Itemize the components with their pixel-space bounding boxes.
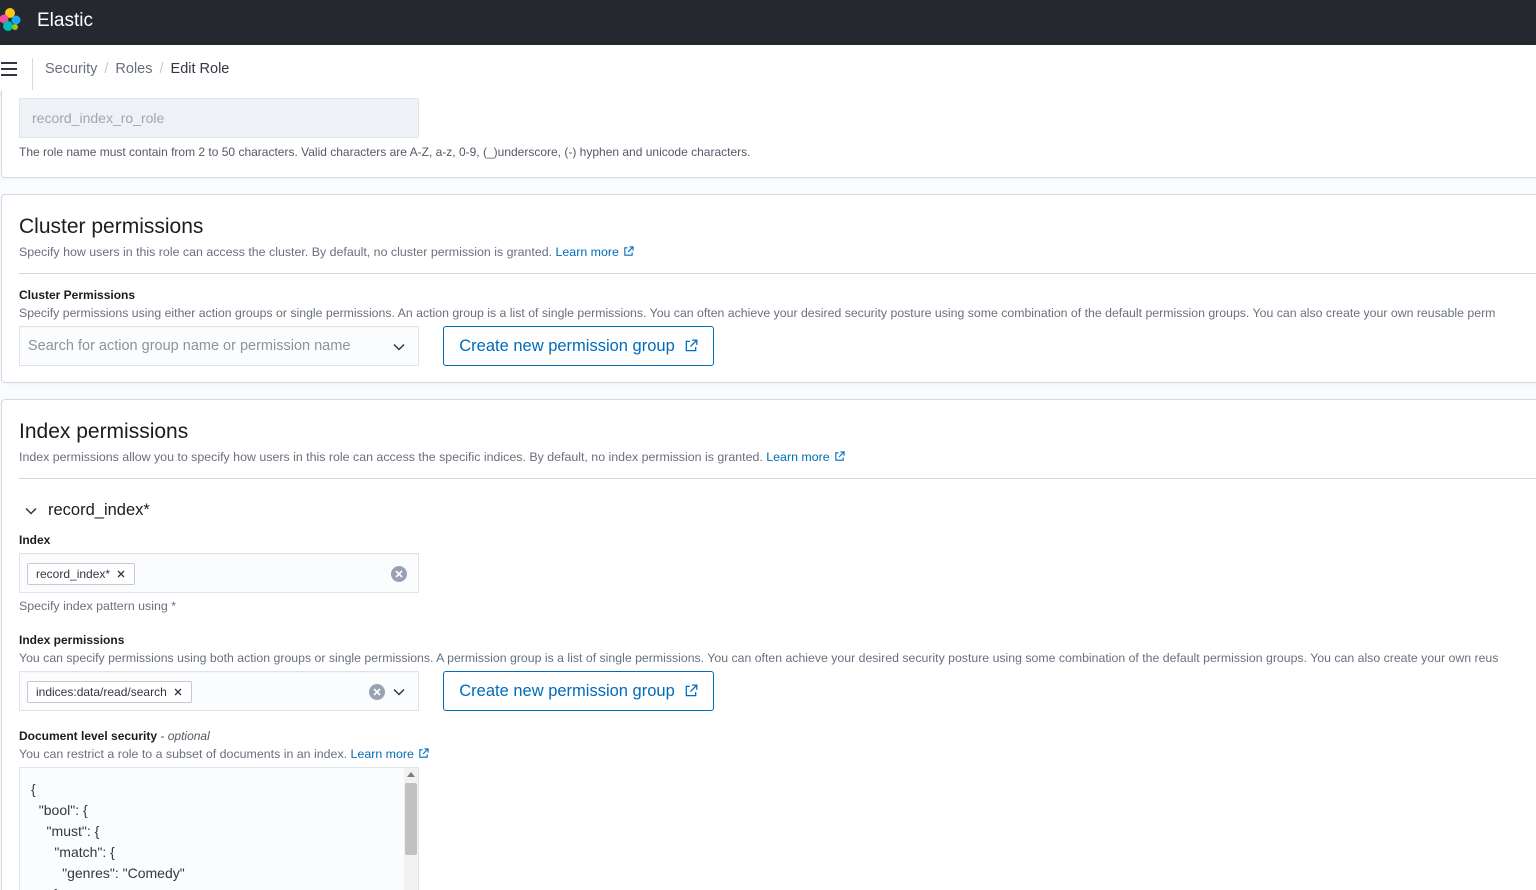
index-learn-more-link[interactable]: Learn more xyxy=(766,450,845,464)
cluster-create-button-label: Create new permission group xyxy=(459,336,675,355)
elastic-logo-icon[interactable] xyxy=(0,8,22,32)
nav-divider xyxy=(32,58,33,92)
index-pattern-accordion[interactable]: record_index* xyxy=(24,501,150,520)
index-section-title: Index permissions xyxy=(19,420,189,443)
code-line: "match": { xyxy=(31,844,115,860)
cluster-divider xyxy=(19,273,1536,274)
role-name-help: The role name must contain from 2 to 50 … xyxy=(19,145,751,159)
cluster-permissions-panel: Cluster permissions Specify how users in… xyxy=(1,194,1536,383)
cluster-description-text: Specify how users in this role can acces… xyxy=(19,245,553,259)
app-title: Elastic xyxy=(37,10,93,31)
menu-icon[interactable] xyxy=(1,62,17,76)
cluster-learn-more-link[interactable]: Learn more xyxy=(556,245,634,259)
code-line: "genres": "Comedy" xyxy=(31,865,185,881)
cluster-permissions-help: Specify permissions using either action … xyxy=(19,306,1496,320)
index-create-permission-group-button[interactable]: Create new permission group xyxy=(443,671,714,711)
cluster-permission-search[interactable]: Search for action group name or permissi… xyxy=(19,326,419,366)
cluster-description: Specify how users in this role can acces… xyxy=(19,245,634,259)
code-line: "must": { xyxy=(31,823,100,839)
close-icon[interactable] xyxy=(173,687,183,697)
clear-icon[interactable] xyxy=(391,566,407,582)
breadcrumb-separator: / xyxy=(159,61,164,77)
breadcrumb-current: Edit Role xyxy=(170,61,230,77)
code-line: { xyxy=(31,781,36,797)
code-line: } xyxy=(31,886,59,890)
index-permissions-help: You can specify permissions using both a… xyxy=(19,651,1499,665)
index-pattern-pill-label: record_index* xyxy=(36,567,111,581)
dls-label-text: Document level security xyxy=(19,729,158,743)
index-divider xyxy=(19,478,1536,479)
index-description-text: Index permissions allow you to specify h… xyxy=(19,450,763,464)
index-learn-more-label: Learn more xyxy=(766,450,830,464)
top-header: Elastic xyxy=(0,0,1536,45)
index-description: Index permissions allow you to specify h… xyxy=(19,450,845,464)
index-pattern-combo[interactable]: record_index* xyxy=(19,553,419,593)
external-link-icon xyxy=(834,451,845,461)
dls-description-text: You can restrict a role to a subset of d… xyxy=(19,747,348,761)
dls-query-editor[interactable]: { "bool": { "must": { "match": { "genres… xyxy=(19,767,419,890)
role-name-field[interactable]: record_index_ro_role xyxy=(19,98,419,138)
dls-learn-more-label: Learn more xyxy=(350,747,414,761)
cluster-section-title: Cluster permissions xyxy=(19,215,204,238)
breadcrumb-security[interactable]: Security xyxy=(45,61,97,77)
index-permissions-panel: Index permissions Index permissions allo… xyxy=(1,399,1536,890)
scroll-up-arrow-icon[interactable] xyxy=(407,772,415,777)
index-label: Index xyxy=(19,533,51,547)
breadcrumb-roles[interactable]: Roles xyxy=(115,61,152,77)
breadcrumb: Security / Roles / Edit Role xyxy=(45,61,229,77)
cluster-search-placeholder: Search for action group name or permissi… xyxy=(28,338,351,354)
code-line: "bool": { xyxy=(31,802,88,818)
index-permission-combo[interactable]: indices:data/read/search xyxy=(19,671,419,711)
index-create-button-label: Create new permission group xyxy=(459,681,675,700)
chevron-down-icon[interactable] xyxy=(392,685,406,699)
document-level-security-label: Document level security - optional xyxy=(19,729,210,743)
close-icon[interactable] xyxy=(116,569,126,579)
index-permissions-label: Index permissions xyxy=(19,633,125,647)
cluster-permissions-label: Cluster Permissions xyxy=(19,288,136,302)
accordion-label: record_index* xyxy=(48,501,150,519)
breadcrumb-bar: Security / Roles / Edit Role xyxy=(0,45,1536,94)
editor-scrollbar[interactable] xyxy=(404,768,418,890)
dls-description: You can restrict a role to a subset of d… xyxy=(19,747,429,761)
external-link-icon xyxy=(685,339,698,352)
external-link-icon xyxy=(419,748,429,758)
chevron-down-icon xyxy=(25,507,37,515)
index-permission-pill-label: indices:data/read/search xyxy=(36,685,167,699)
cluster-learn-more-label: Learn more xyxy=(555,245,619,259)
index-pattern-help: Specify index pattern using * xyxy=(19,599,177,613)
dls-learn-more-link[interactable]: Learn more xyxy=(351,747,429,761)
external-link-icon xyxy=(685,684,698,697)
role-name-panel: record_index_ro_role The role name must … xyxy=(1,90,1536,178)
cluster-create-permission-group-button[interactable]: Create new permission group xyxy=(443,326,714,366)
external-link-icon xyxy=(624,246,634,256)
clear-icon[interactable] xyxy=(369,684,385,700)
dls-optional-text: - optional xyxy=(160,729,210,743)
index-pattern-pill: record_index* xyxy=(27,563,136,585)
index-permission-pill: indices:data/read/search xyxy=(27,681,192,703)
chevron-down-icon[interactable] xyxy=(392,340,406,354)
breadcrumb-separator: / xyxy=(104,61,109,77)
scrollbar-thumb[interactable] xyxy=(405,783,417,855)
